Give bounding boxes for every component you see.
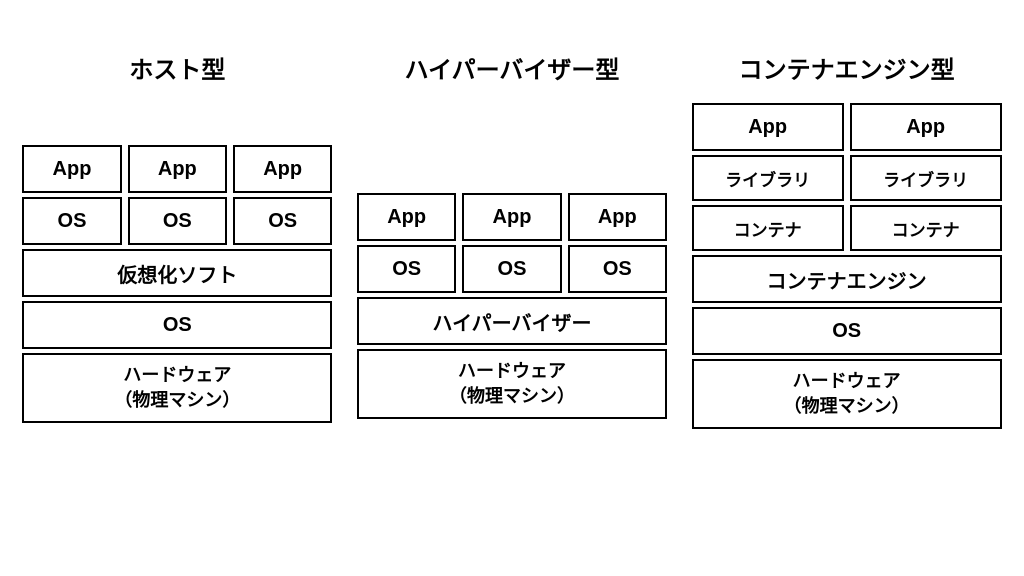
diagram-container: ホスト型 App OS App OS App OS bbox=[0, 0, 1024, 459]
vm-hyper-3: App OS bbox=[568, 193, 667, 293]
title-container: コンテナエンジン型 bbox=[739, 50, 955, 85]
os-box: OS bbox=[128, 197, 227, 245]
pod-1: App ライブラリ コンテナ bbox=[692, 103, 844, 251]
lib-box: ライブラリ bbox=[692, 155, 844, 201]
os-box: OS bbox=[568, 245, 667, 293]
container-box: コンテナ bbox=[850, 205, 1002, 251]
column-hypervisor: ハイパーバイザー型 App OS App OS App OS bbox=[357, 50, 667, 429]
stack-container: App ライブラリ コンテナ App ライブラリ コンテナ コンテナエンジン O… bbox=[692, 103, 1002, 429]
pod-row: App ライブラリ コンテナ App ライブラリ コンテナ bbox=[692, 103, 1002, 251]
app-box: App bbox=[128, 145, 227, 193]
vm-hyper-2: App OS bbox=[462, 193, 561, 293]
vm-host-1: App OS bbox=[22, 145, 121, 245]
hw-box: ハードウェア （物理マシン） bbox=[692, 359, 1002, 429]
hw-line1: ハードウェア bbox=[123, 363, 231, 388]
hw-box: ハードウェア （物理マシン） bbox=[357, 349, 667, 419]
host-os-box: OS bbox=[22, 301, 332, 349]
vm-host-3: App OS bbox=[233, 145, 332, 245]
app-box: App bbox=[462, 193, 561, 241]
virt-soft-box: 仮想化ソフト bbox=[22, 249, 332, 297]
lib-box: ライブラリ bbox=[850, 155, 1002, 201]
stack-hypervisor: App OS App OS App OS ハイパーバイザー bbox=[357, 193, 667, 419]
vm-hyper-1: App OS bbox=[357, 193, 456, 293]
hw-line2: （物理マシン） bbox=[449, 384, 575, 409]
host-os-box: OS bbox=[692, 307, 1002, 355]
app-box: App bbox=[692, 103, 844, 151]
column-container: コンテナエンジン型 App ライブラリ コンテナ App ライブラリ コンテナ bbox=[692, 50, 1002, 429]
engine-box: コンテナエンジン bbox=[692, 255, 1002, 303]
hw-line1: ハードウェア bbox=[458, 359, 566, 384]
app-box: App bbox=[568, 193, 667, 241]
title-hypervisor: ハイパーバイザー型 bbox=[405, 50, 620, 85]
os-box: OS bbox=[462, 245, 561, 293]
app-box: App bbox=[357, 193, 456, 241]
column-host: ホスト型 App OS App OS App OS bbox=[22, 50, 332, 429]
hw-box: ハードウェア （物理マシン） bbox=[22, 353, 332, 423]
pod-2: App ライブラリ コンテナ bbox=[850, 103, 1002, 251]
app-box: App bbox=[22, 145, 121, 193]
os-box: OS bbox=[233, 197, 332, 245]
title-host: ホスト型 bbox=[129, 50, 225, 85]
vm-row-host: App OS App OS App OS bbox=[22, 145, 332, 245]
hw-line2: （物理マシン） bbox=[784, 394, 910, 419]
app-box: App bbox=[233, 145, 332, 193]
os-box: OS bbox=[357, 245, 456, 293]
hw-line2: （物理マシン） bbox=[114, 388, 240, 413]
app-box: App bbox=[850, 103, 1002, 151]
vm-row-hyper: App OS App OS App OS bbox=[357, 193, 667, 293]
os-box: OS bbox=[22, 197, 121, 245]
container-box: コンテナ bbox=[692, 205, 844, 251]
hw-line1: ハードウェア bbox=[793, 369, 901, 394]
vm-host-2: App OS bbox=[128, 145, 227, 245]
hypervisor-box: ハイパーバイザー bbox=[357, 297, 667, 345]
stack-host: App OS App OS App OS 仮想化ソフト OS bbox=[22, 145, 332, 423]
